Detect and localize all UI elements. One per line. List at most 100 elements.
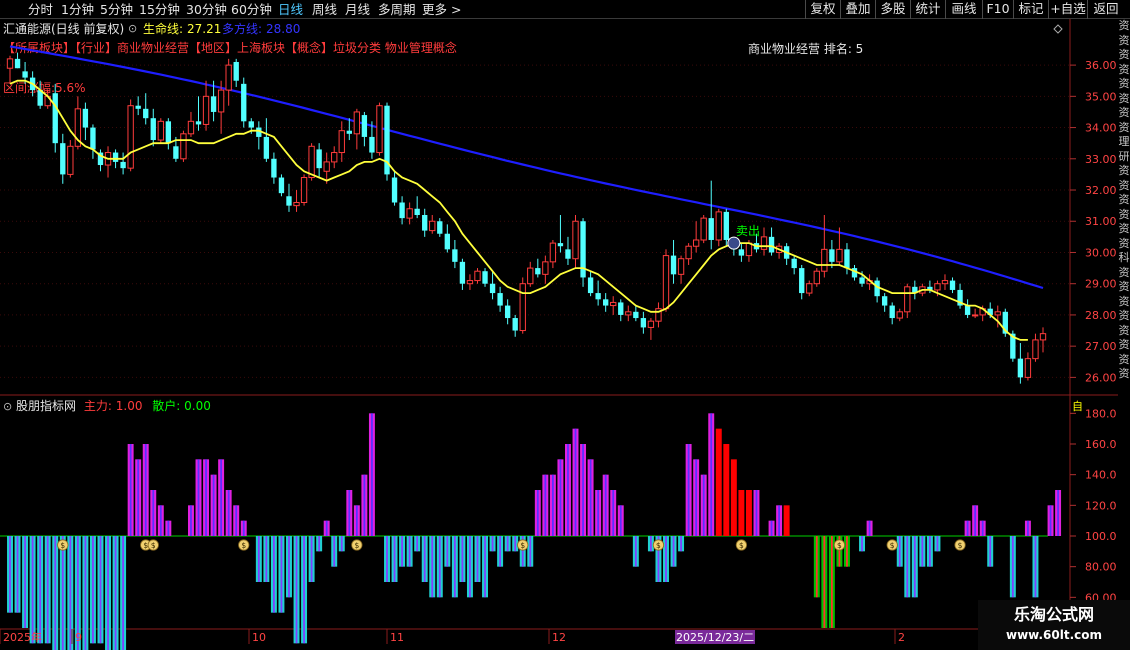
- main-force-bar-stripe: [212, 474, 215, 536]
- watermark-title: 乐淘公式网: [1013, 605, 1094, 624]
- right-text-strip: 资资资资资资资资理研资资资资资资科资资资资资资资资: [1118, 19, 1130, 629]
- x-axis-label: 12: [552, 631, 566, 644]
- strip-char: 资: [1118, 120, 1130, 134]
- strip-char: 资: [1118, 193, 1130, 206]
- main-force-bar-stripe: [363, 474, 366, 536]
- retail-bar-stripe: [303, 536, 305, 644]
- chart-canvas: 36.00 35.00 34.00 33.00 32.00 31.00 30.00 29.00…: [0, 19, 1130, 650]
- candle-body: [300, 177, 308, 204]
- candle-body: [587, 277, 594, 294]
- candle-body: [1024, 358, 1032, 378]
- main-force-bar-stripe: [551, 474, 554, 536]
- main-force-bar-stripe: [604, 474, 607, 536]
- main-force-bar-stripe: [355, 505, 358, 536]
- main-force-bar-stripe: [144, 444, 147, 536]
- retail-bar-stripe: [295, 536, 298, 644]
- candle-body: [369, 136, 375, 153]
- candle-body: [452, 249, 458, 262]
- main-force-bar-stripe: [755, 490, 758, 536]
- candle-body: [150, 118, 156, 141]
- strip-char: 资: [1118, 265, 1130, 279]
- candle-body: [836, 248, 843, 263]
- sub-axis-marker: 自: [1072, 400, 1083, 413]
- x-axis-label: 9: [75, 631, 82, 644]
- strip-char: 研: [1118, 149, 1130, 163]
- money-bag-symbol: $: [241, 541, 246, 550]
- main-force-bar-stripe: [574, 428, 577, 536]
- retail-bar-stripe: [318, 536, 321, 552]
- strip-char: 理: [1118, 135, 1130, 148]
- main-force-bar-stripe: [242, 520, 245, 536]
- main-force-bar-stripe: [619, 505, 622, 536]
- candle-body: [497, 293, 503, 306]
- candle-body: [210, 96, 217, 112]
- money-bag-symbol: $: [958, 541, 963, 550]
- candle-body: [474, 270, 481, 282]
- candle-body: [549, 242, 557, 263]
- retail-bar-stripe: [846, 536, 848, 567]
- retail-bar-stripe: [386, 536, 388, 582]
- candle-body: [195, 121, 202, 125]
- sub-panel-menu-icon[interactable]: ⊙: [3, 400, 12, 413]
- main-force-bar-stripe: [325, 520, 328, 536]
- candle-body: [112, 152, 119, 162]
- candle-body: [52, 93, 58, 144]
- strip-char: 资: [1118, 367, 1130, 380]
- candle-body: [1017, 358, 1024, 378]
- main-force-bar-stripe: [348, 490, 351, 536]
- candle-body: [670, 255, 677, 275]
- candle-body: [90, 127, 96, 150]
- strip-char: 资: [1118, 280, 1130, 293]
- main-force-bar-stripe: [1027, 520, 1029, 536]
- strip-char: 资: [1118, 77, 1130, 90]
- retail-bar-stripe: [830, 536, 833, 628]
- retail-bar-stripe: [280, 536, 283, 613]
- candle-body: [271, 158, 277, 178]
- candle-body: [157, 120, 164, 141]
- candle-body: [82, 108, 89, 128]
- retail-bar-stripe: [823, 536, 826, 628]
- retail-bar-stripe: [92, 536, 94, 644]
- candle-body: [738, 249, 745, 256]
- candle-body: [165, 121, 172, 144]
- retail-bar-stripe: [476, 536, 479, 582]
- price-tick-label: 34.00: [1085, 122, 1117, 135]
- retail-bar-stripe: [453, 536, 456, 598]
- x-axis-label: 10: [252, 631, 266, 644]
- money-bag-symbol: $: [739, 541, 744, 550]
- candle-body: [685, 245, 692, 260]
- retail-bar-stripe: [310, 536, 313, 582]
- candle-body: [1039, 333, 1047, 341]
- price-tick-label: 28.00: [1085, 309, 1117, 322]
- candle-body: [323, 161, 330, 172]
- sub-tick-label: 120.0: [1085, 499, 1117, 512]
- price-tick-label: 35.00: [1085, 90, 1117, 103]
- candle-body: [565, 249, 571, 259]
- main-force-bar-stripe: [710, 413, 713, 536]
- candle-body: [466, 280, 474, 285]
- retail-bar-stripe: [1011, 536, 1014, 598]
- candle-body: [338, 130, 345, 154]
- candle-body: [316, 149, 322, 169]
- strip-char: 资: [1118, 19, 1130, 32]
- candle-body: [225, 64, 232, 91]
- candle-body: [278, 177, 285, 194]
- candle-body: [14, 58, 21, 69]
- candle-body: [949, 280, 956, 290]
- strip-char: 科: [1118, 251, 1130, 264]
- main-force-bar-stripe: [582, 444, 584, 536]
- candle-body: [67, 145, 74, 175]
- candle-body: [557, 243, 564, 247]
- retail-bar-stripe: [446, 536, 449, 567]
- retail-bar-stripe: [423, 536, 426, 582]
- main-force-bar-stripe: [371, 413, 373, 536]
- price-tick-label: 32.00: [1085, 184, 1117, 197]
- candle-body: [406, 208, 413, 219]
- sub-tick-label: 180.0: [1085, 407, 1117, 420]
- retail-bar-stripe: [438, 536, 441, 598]
- main-force-bar-stripe: [868, 520, 871, 536]
- candle-body: [361, 115, 368, 137]
- money-bag-symbol: $: [656, 541, 661, 550]
- retail-bar-stripe: [913, 536, 916, 598]
- strip-char: 资: [1118, 222, 1130, 235]
